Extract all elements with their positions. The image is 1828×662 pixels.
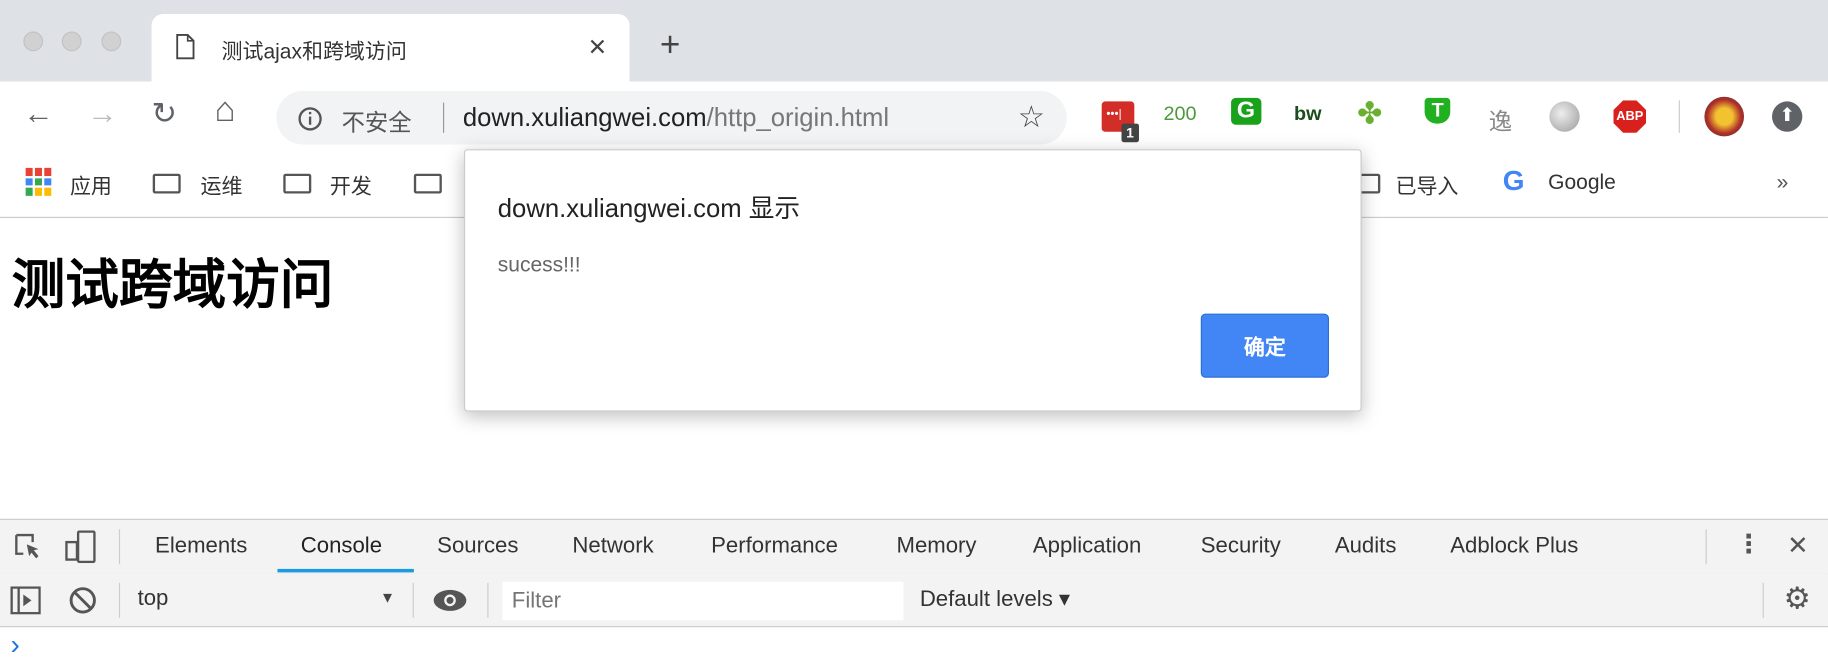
tab-security[interactable]: Security [1201, 534, 1281, 560]
active-tab-indicator [277, 568, 414, 573]
devtools-tabbar: Elements Console Sources Network Perform… [0, 518, 1828, 575]
tab-application[interactable]: Application [1033, 534, 1141, 560]
address-bar[interactable]: 不安全 down.xuliangwei.com/http_origin.html… [276, 90, 1067, 145]
folder-icon[interactable] [413, 173, 442, 194]
divider [443, 102, 445, 133]
page-icon [176, 34, 195, 60]
google-icon: G [1502, 165, 1525, 198]
inspect-element-icon[interactable] [14, 533, 42, 561]
divider [118, 529, 121, 565]
info-icon [298, 107, 322, 131]
bw-extension-icon[interactable]: bw [1294, 103, 1322, 126]
tab-console[interactable]: Console [301, 534, 382, 560]
bookmark-folder-ops[interactable]: 运维 [201, 170, 243, 200]
bookmark-folder-imported[interactable]: 已导入 [1395, 170, 1458, 200]
log-levels-dropdown[interactable]: Default levels ▾ [920, 586, 1070, 613]
bookmark-star-icon[interactable]: ☆ [1018, 99, 1045, 135]
clear-console-icon[interactable] [69, 586, 97, 614]
divider [412, 582, 414, 618]
maximize-window-button[interactable] [101, 31, 122, 52]
divider [1762, 582, 1764, 618]
bookmark-apps[interactable]: 应用 [70, 170, 112, 200]
home-button[interactable]: ⌂ [215, 91, 236, 131]
url-text[interactable]: down.xuliangwei.com/http_origin.html [463, 103, 889, 133]
folder-icon [152, 173, 181, 194]
tab-title: 测试ajax和跨域访问 [221, 39, 407, 63]
extension-badge: 1 [1121, 123, 1139, 143]
close-window-button[interactable] [23, 31, 44, 52]
tab-audits[interactable]: Audits [1335, 534, 1397, 560]
update-arrow-icon[interactable]: ⬆ [1772, 101, 1803, 132]
new-tab-button[interactable]: + [660, 26, 680, 66]
adblock-plus-icon[interactable]: ABP [1613, 100, 1647, 133]
chevron-down-icon: ▼ [380, 588, 396, 607]
bookmark-google[interactable]: Google [1548, 170, 1616, 194]
tab-sources[interactable]: Sources [437, 534, 518, 560]
back-button[interactable]: ← [23, 96, 53, 132]
url-host: down.xuliangwei.com [462, 102, 707, 132]
bookmarks-overflow-button[interactable]: » [1777, 170, 1789, 194]
eye-icon[interactable] [433, 588, 468, 614]
bookmark-folder-dev[interactable]: 开发 [330, 170, 372, 200]
forward-button[interactable]: → [87, 96, 117, 132]
page-heading: 测试跨域访问 [11, 254, 334, 315]
calligraphy-icon[interactable]: 逸 [1489, 103, 1512, 137]
minimize-window-button[interactable] [61, 31, 82, 52]
filter-input[interactable] [502, 581, 904, 621]
dialog-title: down.xuliangwei.com 显示 [497, 193, 801, 223]
console-toolbar: top ▼ Default levels ▾ ⚙ [0, 573, 1828, 628]
close-devtools-icon[interactable]: ✕ [1787, 530, 1808, 560]
tab-strip: 测试ajax和跨域访问 ✕ + [0, 0, 1828, 82]
tab-network[interactable]: Network [572, 534, 653, 560]
globe-icon[interactable] [1549, 101, 1580, 132]
device-toolbar-icon[interactable] [64, 530, 99, 564]
dialog-message: sucess!!! [497, 252, 581, 277]
alert-dialog: down.xuliangwei.com 显示 sucess!!! 确定 [463, 149, 1362, 412]
g-extension-icon[interactable]: G [1231, 97, 1261, 125]
apps-grid-icon[interactable] [25, 167, 54, 196]
url-path: /http_origin.html [706, 102, 890, 132]
tab-elements[interactable]: Elements [155, 534, 247, 560]
folder-icon [283, 173, 312, 194]
clover-icon[interactable]: ✤ [1357, 96, 1382, 132]
divider [487, 582, 489, 618]
tab-memory[interactable]: Memory [897, 534, 977, 560]
divider [118, 582, 121, 618]
shield-t-icon[interactable]: T [1424, 97, 1451, 124]
more-options-icon[interactable]: ⋮ [1736, 529, 1762, 559]
tab-close-icon[interactable]: ✕ [588, 33, 608, 62]
sidebar-toggle-icon[interactable] [10, 586, 41, 615]
browser-tab[interactable]: 测试ajax和跨域访问 ✕ [151, 13, 630, 82]
security-label[interactable]: 不安全 [342, 104, 412, 138]
console-prompt[interactable]: › [10, 630, 19, 662]
reload-button[interactable]: ↻ [152, 96, 177, 132]
tab-performance[interactable]: Performance [711, 534, 838, 560]
status-200-icon[interactable]: 200 [1163, 103, 1196, 126]
browser-toolbar: ← → ↻ ⌂ 不安全 down.xuliangwei.com/http_ori… [0, 81, 1828, 150]
gear-icon[interactable]: ⚙ [1784, 581, 1811, 617]
avatar-icon[interactable] [1704, 96, 1745, 137]
context-selector[interactable]: top ▼ [128, 583, 401, 618]
divider [1678, 100, 1680, 133]
ok-button[interactable]: 确定 [1200, 313, 1330, 378]
tab-adblock-plus[interactable]: Adblock Plus [1450, 534, 1578, 560]
context-value: top [137, 586, 169, 611]
divider [1705, 529, 1707, 565]
